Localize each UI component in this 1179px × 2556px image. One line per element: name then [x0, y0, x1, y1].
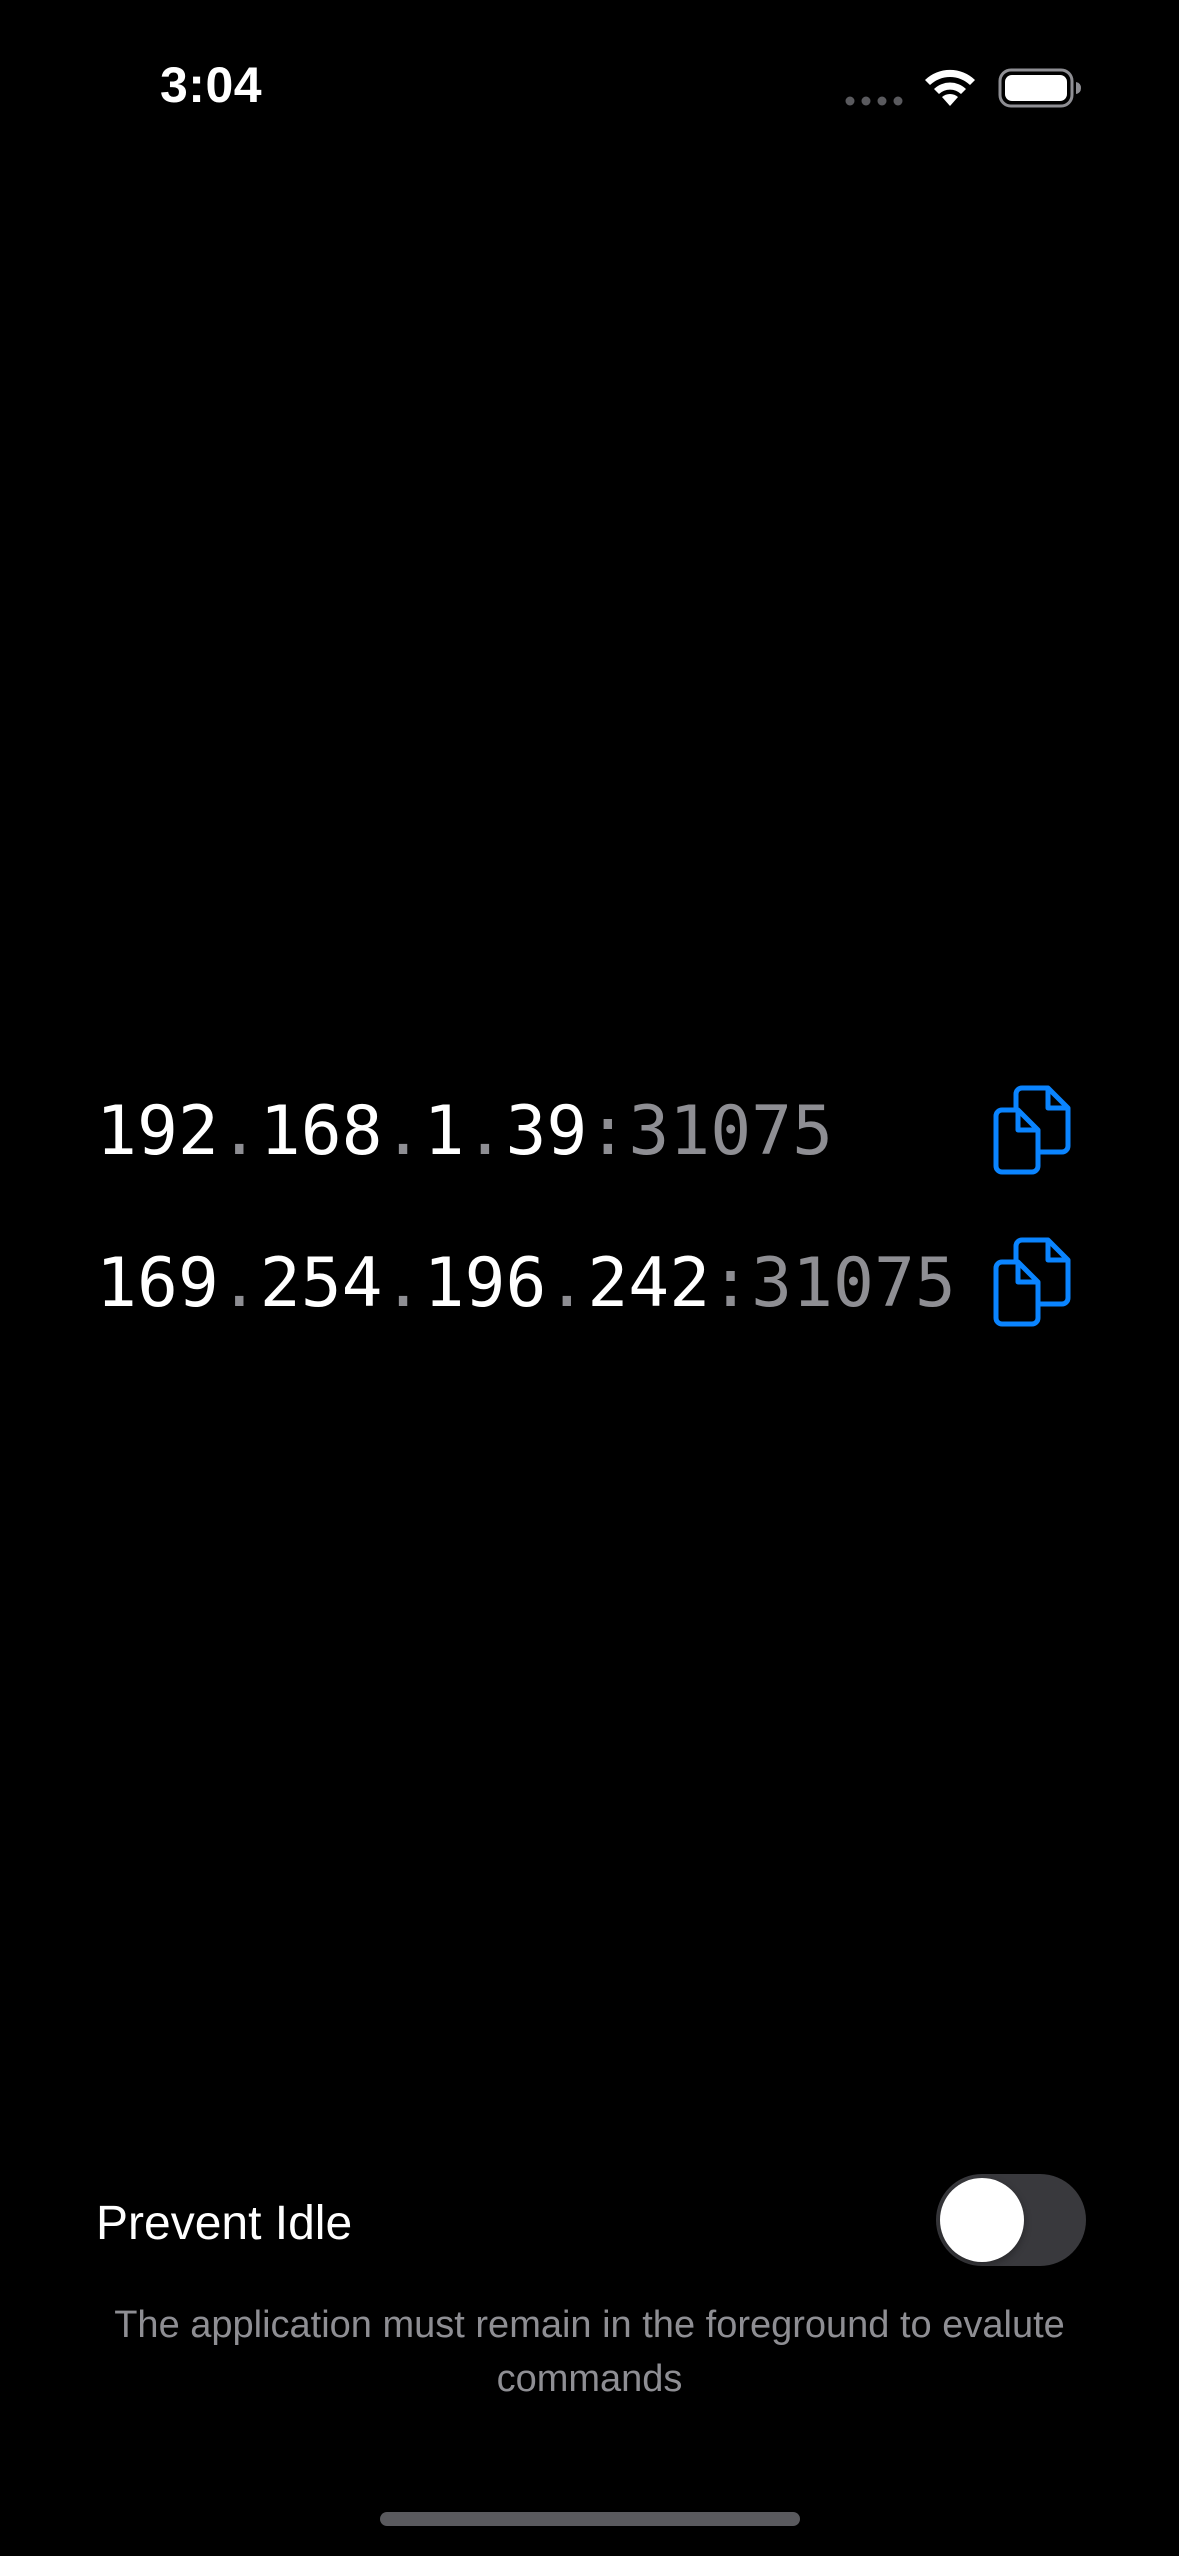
battery-icon — [998, 68, 1081, 108]
ip-octet: 254 — [259, 1244, 383, 1323]
prevent-idle-label: Prevent Idle — [96, 2197, 353, 2250]
ip-octet: 39 — [505, 1092, 588, 1171]
prevent-idle-toggle[interactable] — [936, 2174, 1086, 2266]
status-time: 3:04 — [160, 57, 263, 113]
copy-icon[interactable] — [992, 1084, 1072, 1176]
wifi-icon — [925, 69, 975, 106]
address-row: 192.168.1.39:31075 — [96, 1070, 1096, 1180]
toggle-knob — [940, 2178, 1024, 2262]
ip-octet: 1 — [423, 1092, 465, 1171]
copy-icon[interactable] — [992, 1236, 1072, 1328]
port-number: 31075 — [751, 1244, 956, 1323]
home-indicator[interactable] — [380, 2512, 800, 2526]
port-number: 31075 — [628, 1092, 834, 1171]
ip-octet: 168 — [259, 1092, 383, 1171]
address-text[interactable]: 169.254.196.242:31075 — [96, 1244, 956, 1323]
ip-octet: 192 — [96, 1092, 219, 1171]
cellular-signal-icon — [845, 96, 903, 106]
ip-octet: 196 — [423, 1244, 547, 1323]
foreground-note: The application must remain in the foreg… — [114, 2304, 1065, 2400]
status-bar: 3:04 — [0, 0, 1179, 150]
address-text[interactable]: 192.168.1.39:31075 — [96, 1092, 833, 1171]
prevent-idle-row: Prevent Idle — [96, 2170, 1090, 2270]
ip-octet: 169 — [96, 1244, 219, 1323]
address-row: 169.254.196.242:31075 — [96, 1222, 1096, 1332]
ip-octet: 242 — [587, 1244, 711, 1323]
